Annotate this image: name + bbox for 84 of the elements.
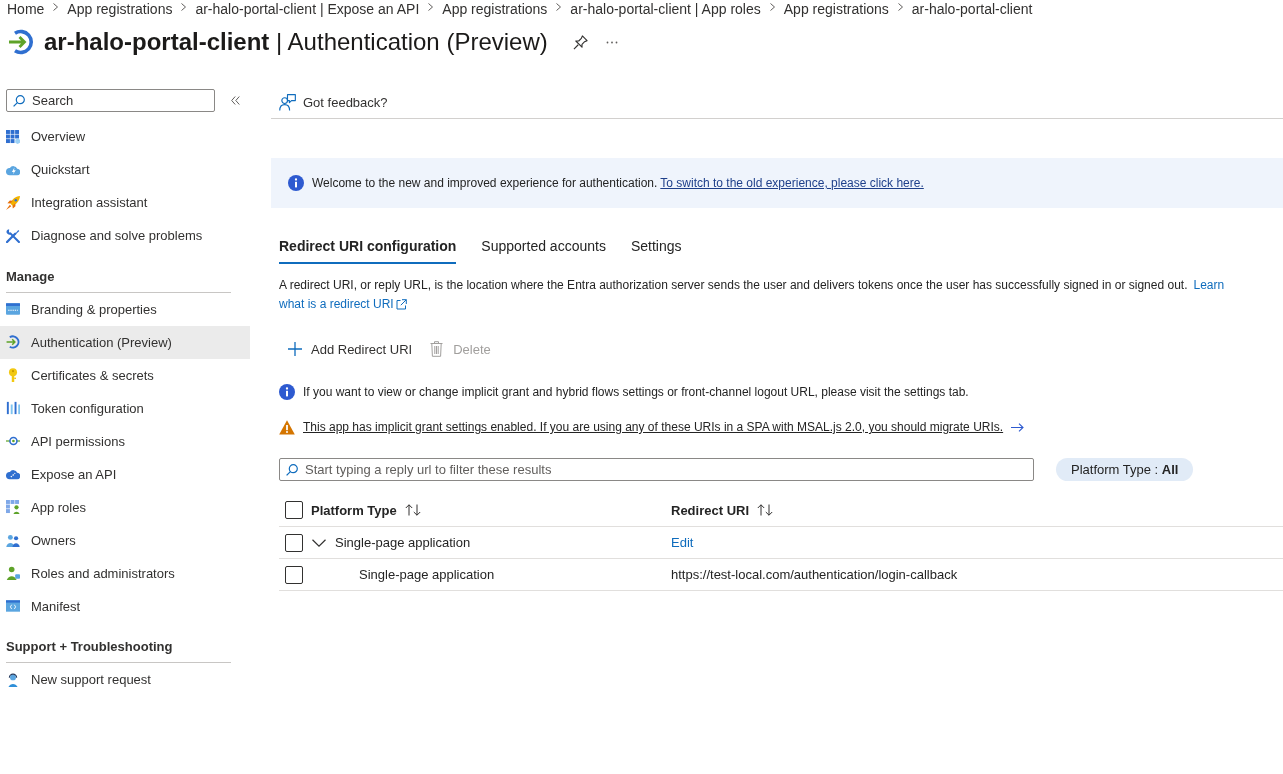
nav-item[interactable]: App roles <box>0 490 250 524</box>
tab[interactable]: Supported accounts <box>481 230 606 264</box>
grid-person-icon <box>6 500 20 514</box>
nav-item[interactable]: Manifest <box>0 589 250 623</box>
column-header[interactable]: Redirect URI <box>671 502 750 518</box>
code-window-icon <box>6 599 20 613</box>
sort-icon[interactable] <box>404 504 421 516</box>
section-heading: Manage <box>6 268 231 293</box>
feedback-icon <box>279 93 296 111</box>
description-text: A redirect URI, or reply URL, is the location where the Entra authorization server sends the user and delivers tokens once the user has successfully signed in or signed out. Learn what is a redirect URI <box>279 276 1283 314</box>
tools-icon <box>6 228 20 243</box>
grid-icon <box>6 129 20 144</box>
learn-more-link[interactable]: Learn <box>1193 276 1225 295</box>
chevron-right-icon <box>897 2 903 11</box>
table-cell: Single-page application <box>335 535 471 550</box>
nav-item[interactable]: Certificates & secrets <box>0 358 250 392</box>
person-icon <box>6 566 20 580</box>
rocket-icon <box>6 195 20 210</box>
filter-field[interactable]: Start typing a reply url to filter these results <box>279 458 1034 481</box>
info-icon <box>288 175 304 191</box>
double-chevron-left-icon[interactable] <box>231 96 240 105</box>
nav-item[interactable]: Expose an API <box>0 457 250 491</box>
old-experience-link[interactable]: To switch to the old experience, please click here. <box>660 176 924 190</box>
info-icon <box>279 384 295 400</box>
chevron-right-icon <box>181 2 187 11</box>
feedback-button[interactable]: Got feedback? <box>279 93 388 111</box>
breadcrumb-link[interactable]: Home <box>7 0 45 18</box>
sign-in-icon <box>6 335 20 349</box>
breadcrumb-link[interactable]: ar-halo-portal-client <box>911 0 1033 18</box>
pin-icon[interactable] <box>572 34 588 50</box>
sort-icon[interactable] <box>757 504 774 516</box>
platform-filter-button[interactable]: Platform Type : All <box>1056 458 1194 481</box>
tab[interactable]: Redirect URI configuration <box>279 230 457 264</box>
headset-person-icon <box>6 672 20 687</box>
breadcrumb-link[interactable]: App registrations <box>442 0 548 18</box>
nav-item[interactable]: Branding & properties <box>0 292 250 326</box>
bars-icon <box>6 401 20 415</box>
search-icon <box>286 464 298 476</box>
breadcrumb-link[interactable]: App registrations <box>67 0 173 18</box>
tab[interactable]: Settings <box>630 230 682 264</box>
nav-item[interactable]: Roles and administrators <box>0 556 250 590</box>
notice-text: If you want to view or change implicit grant and hybrid flows settings or front-channel logout URL, please visit the settings tab. <box>303 385 969 399</box>
migrate-uris-link[interactable]: This app has implicit grant settings enabled. If you are using any of these URIs in a SPA with MSAL.js 2.0, you should migrate URIs. <box>303 420 1004 434</box>
nav-item[interactable]: Overview <box>0 120 250 153</box>
breadcrumb-link[interactable]: App registrations <box>783 0 889 18</box>
chevron-right-icon <box>428 2 434 11</box>
column-header[interactable]: Platform Type <box>311 502 397 518</box>
banner-text: Welcome to the new and improved experience for authentication. To switch to the old experience, please click here. <box>312 176 924 190</box>
nav-item[interactable]: API permissions <box>0 424 250 458</box>
trash-icon <box>430 341 444 357</box>
arrow-right-icon[interactable] <box>1011 422 1025 432</box>
section-heading: Support + Troubleshooting <box>6 639 231 663</box>
checkbox[interactable] <box>285 501 303 519</box>
learn-more-link[interactable]: what is a redirect URI <box>279 295 407 314</box>
page-title: ar-halo-portal-client | Authentication (Preview) <box>44 27 548 57</box>
table-cell: Single-page application <box>359 567 495 582</box>
nav-item[interactable]: Diagnose and solve problems <box>0 219 250 252</box>
edit-link[interactable]: Edit <box>671 535 694 550</box>
add-button[interactable]: Add Redirect URI <box>288 341 413 357</box>
checkbox[interactable] <box>285 565 303 584</box>
search-icon <box>13 95 25 107</box>
external-link-icon <box>395 299 407 310</box>
breadcrumb-link[interactable]: ar-halo-portal-client | Expose an API <box>195 0 420 18</box>
breadcrumb-link[interactable]: ar-halo-portal-client | App roles <box>570 0 761 18</box>
plus-icon <box>288 342 302 356</box>
table-cell: https://test-local.com/authentication/login-callback <box>671 567 958 582</box>
warning-icon <box>279 419 295 435</box>
card-icon <box>6 302 20 316</box>
chevron-right-icon <box>53 2 59 11</box>
more-icon[interactable] <box>605 40 618 44</box>
nav-item[interactable]: Owners <box>0 523 250 557</box>
sign-in-icon <box>8 29 34 55</box>
chevron-right-icon <box>556 2 562 11</box>
cloud-icon <box>6 467 20 481</box>
search-field[interactable]: Search <box>6 89 215 112</box>
nav-item[interactable]: Token configuration <box>0 391 250 425</box>
nav-item[interactable]: Authentication (Preview) <box>0 325 250 359</box>
chevron-right-icon <box>769 2 775 11</box>
nav-item[interactable]: Quickstart <box>0 153 250 186</box>
people-icon <box>6 533 20 547</box>
key-icon <box>6 368 20 382</box>
checkbox[interactable] <box>285 533 303 552</box>
nav-item[interactable]: New support request <box>0 663 250 696</box>
nav-item[interactable]: Integration assistant <box>0 186 250 219</box>
